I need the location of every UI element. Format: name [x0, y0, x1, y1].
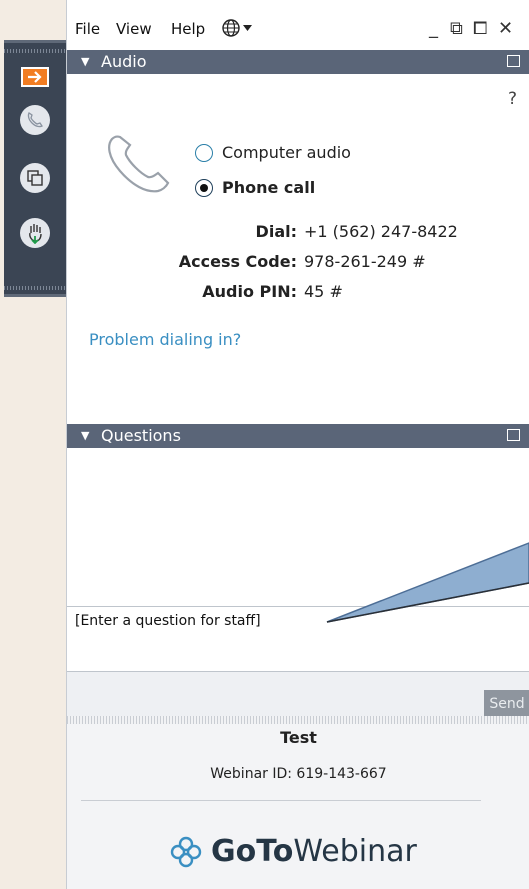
grab-tab-toolbar	[4, 40, 66, 297]
audio-toolbar-button[interactable]	[4, 100, 66, 140]
resize-grip[interactable]	[67, 716, 529, 724]
access-code-value: 978-261-249 #	[304, 252, 426, 271]
minimize-button[interactable]: _	[429, 19, 438, 39]
phone-icon	[27, 112, 43, 128]
menu-file[interactable]: File	[75, 20, 100, 38]
footer-divider	[81, 800, 481, 801]
gotowebinar-flower-icon	[170, 836, 202, 867]
raise-hand-button[interactable]	[4, 213, 66, 253]
collapse-triangle-icon: ▼	[81, 429, 90, 442]
audio-pin-value: 45 #	[304, 282, 343, 301]
questions-section-title: Questions	[101, 426, 181, 445]
dial-number: +1 (562) 247-8422	[304, 222, 458, 241]
gotowebinar-logo: GoToWebinar	[169, 834, 417, 869]
close-button[interactable]: ✕	[498, 19, 513, 39]
popout-pane-icon[interactable]	[507, 55, 520, 67]
phone-call-option[interactable]: Phone call	[195, 178, 315, 197]
menu-view[interactable]: View	[116, 20, 152, 38]
dropdown-caret-icon	[243, 25, 252, 31]
audio-section-title: Audio	[101, 52, 147, 71]
questions-section-header[interactable]: ▼ Questions	[67, 424, 529, 448]
problem-dialing-link[interactable]: Problem dialing in?	[89, 330, 241, 349]
show-screen-button[interactable]	[4, 158, 66, 198]
phone-handset-icon	[108, 135, 170, 193]
dial-label: Dial:	[255, 222, 297, 241]
globe-icon	[222, 19, 240, 37]
access-code-label: Access Code:	[178, 252, 297, 271]
questions-log	[67, 448, 529, 606]
toolbar-grip-bottom[interactable]	[4, 286, 66, 290]
collapse-triangle-icon: ▼	[81, 55, 90, 68]
phone-call-radio[interactable]	[195, 178, 213, 197]
control-panel: File View Help _ ⧉ ⧠ ✕ ▼ Audio ? Compute…	[66, 0, 529, 889]
restore-button[interactable]: ⧉	[450, 19, 463, 39]
webinar-id: Webinar ID: 619-143-667	[210, 766, 387, 782]
arrow-right-icon	[28, 71, 42, 83]
webinar-title: Test	[280, 728, 317, 747]
toolbar-grip-top[interactable]	[4, 49, 66, 53]
audio-pin-label: Audio PIN:	[202, 282, 297, 301]
logo-wordmark: GoToWebinar	[211, 834, 417, 869]
phone-call-label: Phone call	[222, 178, 316, 197]
raise-hand-icon	[29, 224, 42, 244]
language-menu[interactable]	[221, 18, 252, 38]
popout-button[interactable]: ⧠	[473, 19, 487, 39]
audio-help-button[interactable]: ?	[508, 89, 517, 109]
computer-audio-label: Computer audio	[222, 143, 351, 162]
window-icon	[27, 170, 43, 186]
audio-section-header[interactable]: ▼ Audio	[67, 50, 529, 74]
popout-pane-icon[interactable]	[507, 429, 520, 441]
question-input-placeholder: [Enter a question for staff]	[75, 613, 261, 629]
menu-help[interactable]: Help	[171, 20, 205, 38]
collapse-control-panel-button[interactable]	[4, 57, 66, 97]
send-row: Send	[67, 672, 529, 718]
send-button[interactable]: Send	[484, 690, 529, 718]
computer-audio-radio[interactable]	[195, 143, 213, 162]
menu-bar: File View Help _ ⧉ ⧠ ✕	[67, 0, 529, 56]
computer-audio-option[interactable]: Computer audio	[195, 143, 351, 162]
